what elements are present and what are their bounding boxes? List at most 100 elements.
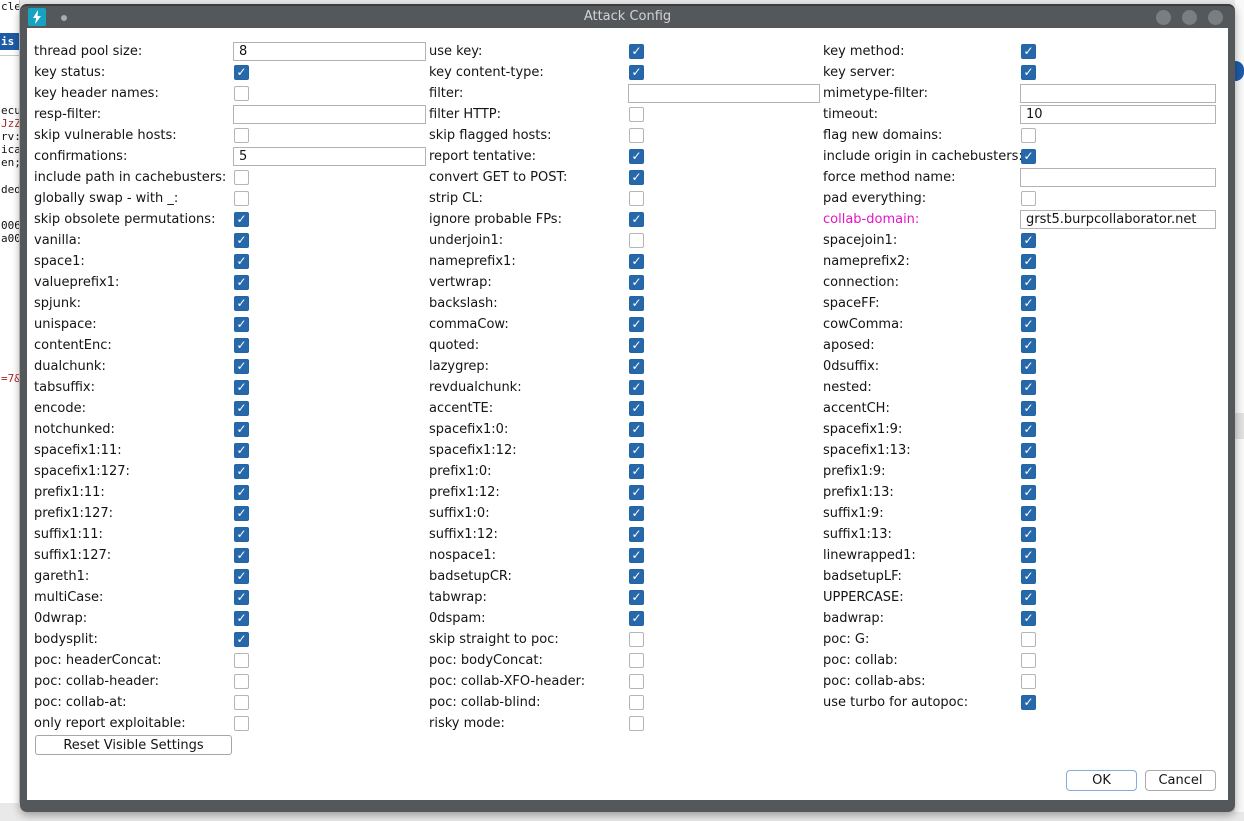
ok-button[interactable]: OK (1066, 770, 1137, 791)
checkbox[interactable] (234, 128, 249, 143)
checkbox[interactable] (629, 128, 644, 143)
window-minimize-button[interactable] (1156, 10, 1171, 25)
checkbox[interactable] (234, 317, 249, 332)
checkbox[interactable] (234, 506, 249, 521)
checkbox[interactable] (234, 674, 249, 689)
checkbox[interactable] (629, 590, 644, 605)
checkbox[interactable] (1021, 359, 1036, 374)
checkbox[interactable] (234, 275, 249, 290)
window-close-button[interactable] (1208, 10, 1223, 25)
checkbox[interactable] (629, 233, 644, 248)
checkbox[interactable] (1021, 233, 1036, 248)
checkbox[interactable] (629, 548, 644, 563)
text-field[interactable] (1020, 168, 1216, 187)
checkbox[interactable] (629, 695, 644, 710)
checkbox[interactable] (1021, 464, 1036, 479)
checkbox[interactable] (629, 422, 644, 437)
checkbox[interactable] (1021, 527, 1036, 542)
checkbox[interactable] (629, 380, 644, 395)
checkbox[interactable] (1021, 674, 1036, 689)
checkbox[interactable] (234, 590, 249, 605)
checkbox[interactable] (234, 485, 249, 500)
checkbox[interactable] (629, 401, 644, 416)
checkbox[interactable] (1021, 65, 1036, 80)
checkbox[interactable] (629, 716, 644, 731)
checkbox[interactable] (234, 191, 249, 206)
checkbox[interactable] (1021, 128, 1036, 143)
checkbox[interactable] (234, 464, 249, 479)
checkbox[interactable] (234, 233, 249, 248)
checkbox[interactable] (1021, 44, 1036, 59)
checkbox[interactable] (234, 422, 249, 437)
checkbox[interactable] (629, 527, 644, 542)
checkbox[interactable] (234, 254, 249, 269)
checkbox[interactable] (629, 338, 644, 353)
checkbox[interactable] (1021, 653, 1036, 668)
checkbox[interactable] (234, 380, 249, 395)
checkbox[interactable] (629, 653, 644, 668)
checkbox[interactable] (1021, 443, 1036, 458)
checkbox[interactable] (629, 317, 644, 332)
reset-visible-settings-button[interactable]: Reset Visible Settings (35, 735, 232, 755)
checkbox[interactable] (1021, 590, 1036, 605)
checkbox[interactable] (1021, 569, 1036, 584)
checkbox[interactable] (1021, 422, 1036, 437)
text-field[interactable] (233, 147, 426, 166)
checkbox[interactable] (1021, 548, 1036, 563)
text-field[interactable] (233, 105, 426, 124)
checkbox[interactable] (1021, 317, 1036, 332)
checkbox[interactable] (234, 65, 249, 80)
checkbox[interactable] (234, 359, 249, 374)
checkbox[interactable] (1021, 338, 1036, 353)
dialog-titlebar[interactable]: Attack Config (20, 4, 1235, 28)
checkbox[interactable] (234, 443, 249, 458)
checkbox[interactable] (234, 653, 249, 668)
checkbox[interactable] (629, 65, 644, 80)
text-field[interactable] (1020, 105, 1216, 124)
checkbox[interactable] (1021, 611, 1036, 626)
text-field[interactable] (1020, 84, 1216, 103)
checkbox[interactable] (629, 107, 644, 122)
checkbox[interactable] (629, 443, 644, 458)
text-field[interactable] (1020, 210, 1216, 229)
checkbox[interactable] (234, 548, 249, 563)
checkbox[interactable] (1021, 632, 1036, 647)
checkbox[interactable] (1021, 275, 1036, 290)
cancel-button[interactable]: Cancel (1145, 770, 1216, 791)
checkbox[interactable] (1021, 296, 1036, 311)
checkbox[interactable] (629, 506, 644, 521)
window-maximize-button[interactable] (1182, 10, 1197, 25)
text-field[interactable] (628, 84, 820, 103)
checkbox[interactable] (234, 338, 249, 353)
checkbox[interactable] (234, 86, 249, 101)
checkbox[interactable] (629, 44, 644, 59)
checkbox[interactable] (234, 716, 249, 731)
checkbox[interactable] (1021, 401, 1036, 416)
checkbox[interactable] (234, 401, 249, 416)
checkbox[interactable] (234, 170, 249, 185)
checkbox[interactable] (629, 464, 644, 479)
checkbox[interactable] (629, 254, 644, 269)
checkbox[interactable] (629, 674, 644, 689)
checkbox[interactable] (234, 611, 249, 626)
checkbox[interactable] (629, 296, 644, 311)
checkbox[interactable] (629, 149, 644, 164)
checkbox[interactable] (1021, 380, 1036, 395)
text-field[interactable] (233, 42, 426, 61)
checkbox[interactable] (1021, 695, 1036, 710)
checkbox[interactable] (1021, 191, 1036, 206)
checkbox[interactable] (234, 569, 249, 584)
checkbox[interactable] (234, 527, 249, 542)
checkbox[interactable] (629, 212, 644, 227)
checkbox[interactable] (1021, 254, 1036, 269)
checkbox[interactable] (629, 632, 644, 647)
checkbox[interactable] (629, 275, 644, 290)
checkbox[interactable] (1021, 149, 1036, 164)
checkbox[interactable] (1021, 506, 1036, 521)
checkbox[interactable] (234, 695, 249, 710)
checkbox[interactable] (234, 212, 249, 227)
checkbox[interactable] (629, 359, 644, 374)
checkbox[interactable] (234, 296, 249, 311)
checkbox[interactable] (629, 191, 644, 206)
checkbox[interactable] (629, 170, 644, 185)
